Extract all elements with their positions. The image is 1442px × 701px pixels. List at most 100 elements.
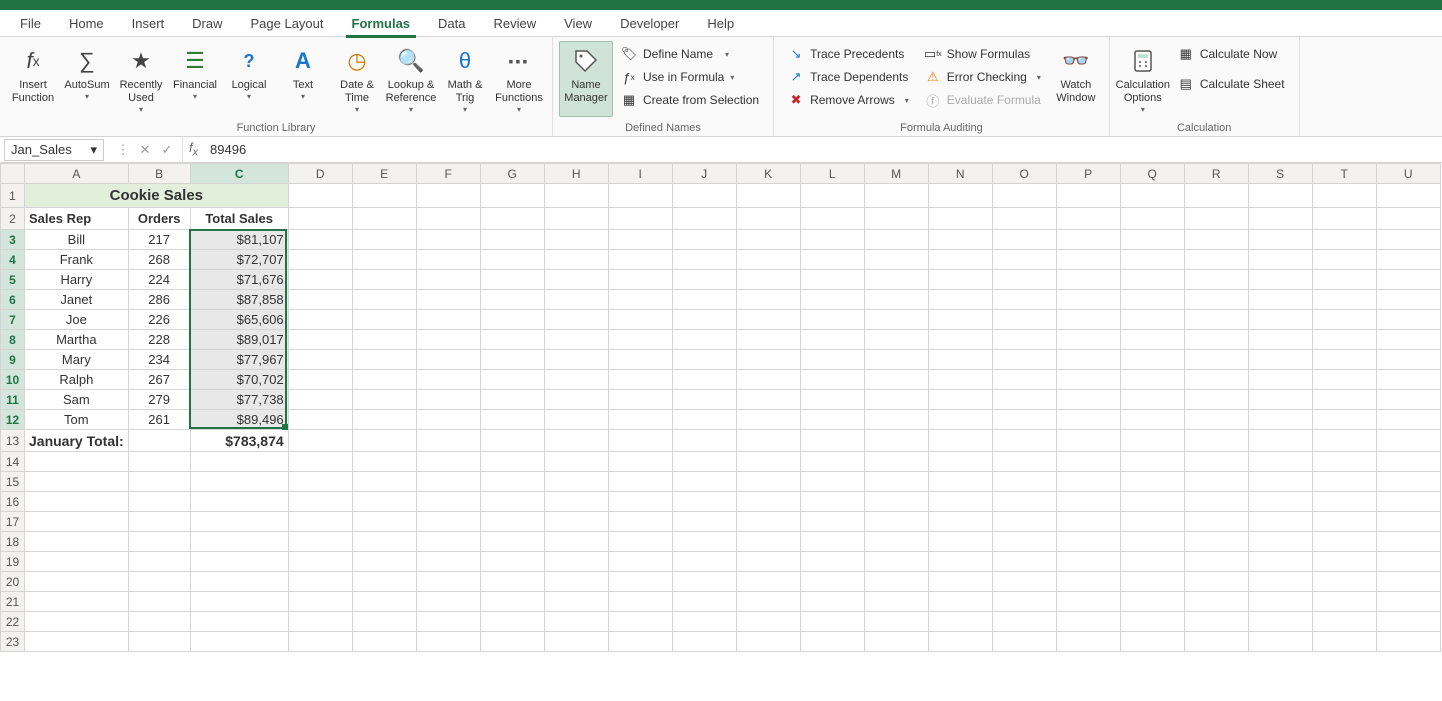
cell-P5[interactable] (1056, 270, 1120, 290)
more-functions-button[interactable]: ▪▪▪ More Functions ▾ (492, 41, 546, 117)
cell-T19[interactable] (1312, 552, 1376, 572)
cell-D12[interactable] (288, 410, 352, 430)
cell-A2[interactable]: Sales Rep (25, 208, 129, 230)
cancel-icon[interactable]: ✕ (136, 142, 154, 158)
cell-R15[interactable] (1184, 472, 1248, 492)
cell-C8[interactable]: $89,017 (190, 330, 288, 350)
cell-B11[interactable]: 279 (128, 390, 190, 410)
cell-E16[interactable] (352, 492, 416, 512)
row-header-23[interactable]: 23 (1, 632, 25, 652)
cell-G5[interactable] (480, 270, 544, 290)
cell-M15[interactable] (864, 472, 928, 492)
column-header-O[interactable]: O (992, 164, 1056, 184)
cell-G9[interactable] (480, 350, 544, 370)
cell-J10[interactable] (672, 370, 736, 390)
cell-T22[interactable] (1312, 612, 1376, 632)
cell-K22[interactable] (736, 612, 800, 632)
cell-J18[interactable] (672, 532, 736, 552)
cell-I21[interactable] (608, 592, 672, 612)
cell-P7[interactable] (1056, 310, 1120, 330)
math-trig-button[interactable]: θ Math & Trig ▾ (438, 41, 492, 117)
cell-L4[interactable] (800, 250, 864, 270)
cell-G3[interactable] (480, 230, 544, 250)
cell-B15[interactable] (128, 472, 190, 492)
cell-D15[interactable] (288, 472, 352, 492)
cell-D6[interactable] (288, 290, 352, 310)
cell-G23[interactable] (480, 632, 544, 652)
fx-label-icon[interactable]: fx (183, 140, 204, 159)
cell-Q8[interactable] (1120, 330, 1184, 350)
cell-I7[interactable] (608, 310, 672, 330)
cell-E17[interactable] (352, 512, 416, 532)
cell-M3[interactable] (864, 230, 928, 250)
cell-U2[interactable] (1376, 208, 1440, 230)
cell-N9[interactable] (928, 350, 992, 370)
cell-P14[interactable] (1056, 452, 1120, 472)
enter-icon[interactable]: ✓ (158, 142, 176, 158)
cell-L12[interactable] (800, 410, 864, 430)
cell-Q6[interactable] (1120, 290, 1184, 310)
cell-F17[interactable] (416, 512, 480, 532)
cell-R21[interactable] (1184, 592, 1248, 612)
cell-K7[interactable] (736, 310, 800, 330)
cell-S22[interactable] (1248, 612, 1312, 632)
column-header-H[interactable]: H (544, 164, 608, 184)
column-header-B[interactable]: B (128, 164, 190, 184)
column-header-U[interactable]: U (1376, 164, 1440, 184)
error-checking-button[interactable]: ⚠ Error Checking ▾ (919, 66, 1047, 88)
date-time-button[interactable]: ◷ Date & Time ▾ (330, 41, 384, 117)
row-header-6[interactable]: 6 (1, 290, 25, 310)
cell-T8[interactable] (1312, 330, 1376, 350)
row-header-10[interactable]: 10 (1, 370, 25, 390)
cell-H7[interactable] (544, 310, 608, 330)
cell-C10[interactable]: $70,702 (190, 370, 288, 390)
name-manager-button[interactable]: Name Manager (559, 41, 613, 117)
cell-E10[interactable] (352, 370, 416, 390)
cell-M6[interactable] (864, 290, 928, 310)
row-header-11[interactable]: 11 (1, 390, 25, 410)
cell-B21[interactable] (128, 592, 190, 612)
cell-K14[interactable] (736, 452, 800, 472)
cell-Q14[interactable] (1120, 452, 1184, 472)
cell-D3[interactable] (288, 230, 352, 250)
cell-G2[interactable] (480, 208, 544, 230)
cell-S9[interactable] (1248, 350, 1312, 370)
cell-H23[interactable] (544, 632, 608, 652)
cell-N18[interactable] (928, 532, 992, 552)
cell-K18[interactable] (736, 532, 800, 552)
cell-D10[interactable] (288, 370, 352, 390)
cell-R22[interactable] (1184, 612, 1248, 632)
cell-N23[interactable] (928, 632, 992, 652)
cell-F13[interactable] (416, 430, 480, 452)
cell-J20[interactable] (672, 572, 736, 592)
cell-T1[interactable] (1312, 184, 1376, 208)
cell-C9[interactable]: $77,967 (190, 350, 288, 370)
cell-P21[interactable] (1056, 592, 1120, 612)
trace-dependents-button[interactable]: ↗ Trace Dependents (782, 66, 915, 88)
cell-N12[interactable] (928, 410, 992, 430)
cell-A18[interactable] (25, 532, 129, 552)
cell-G16[interactable] (480, 492, 544, 512)
cell-P10[interactable] (1056, 370, 1120, 390)
cell-L6[interactable] (800, 290, 864, 310)
cell-L18[interactable] (800, 532, 864, 552)
cell-B14[interactable] (128, 452, 190, 472)
cell-G6[interactable] (480, 290, 544, 310)
cell-E22[interactable] (352, 612, 416, 632)
row-header-12[interactable]: 12 (1, 410, 25, 430)
cell-I11[interactable] (608, 390, 672, 410)
cell-N16[interactable] (928, 492, 992, 512)
cell-J17[interactable] (672, 512, 736, 532)
cell-M17[interactable] (864, 512, 928, 532)
cell-P19[interactable] (1056, 552, 1120, 572)
cell-N11[interactable] (928, 390, 992, 410)
cell-G22[interactable] (480, 612, 544, 632)
cell-R23[interactable] (1184, 632, 1248, 652)
cell-P8[interactable] (1056, 330, 1120, 350)
remove-arrows-button[interactable]: ✖ Remove Arrows ▾ (782, 89, 915, 111)
cell-J9[interactable] (672, 350, 736, 370)
cell-A19[interactable] (25, 552, 129, 572)
cell-N22[interactable] (928, 612, 992, 632)
cell-A8[interactable]: Martha (25, 330, 129, 350)
column-header-J[interactable]: J (672, 164, 736, 184)
